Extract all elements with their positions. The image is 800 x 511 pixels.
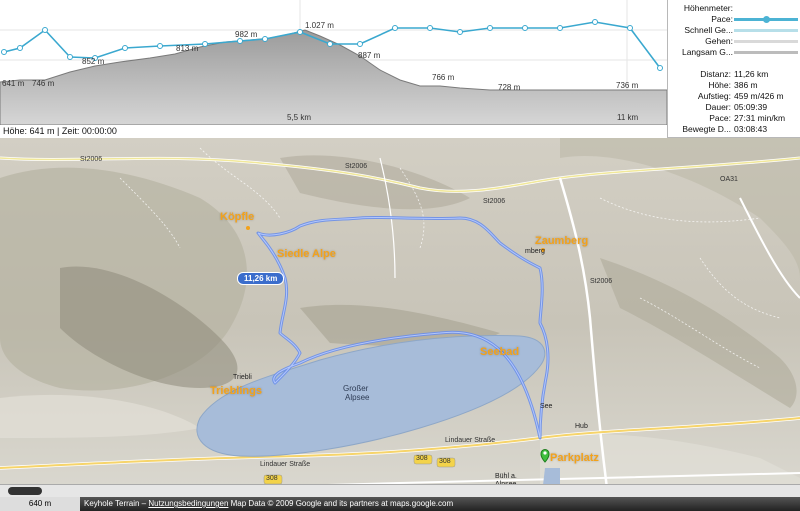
stat-value: 11,26 km [734, 69, 769, 79]
poi-label-seebad[interactable]: Seebad [480, 346, 519, 358]
legend-row-elevation[interactable]: Höhenmeter: [668, 3, 800, 14]
gps-track-viewer: 641 m 746 m 852 m 813 m 982 m 1.027 m 88… [0, 0, 800, 511]
road-label: St2006 [483, 198, 506, 205]
legend-row-slow-walk[interactable]: Langsam G... [668, 47, 800, 58]
elev-label: 736 m [616, 81, 639, 90]
road-label: St2006 [345, 163, 368, 170]
legend-walking-swatch [734, 40, 798, 43]
legend-label: Schnell Ge... [684, 25, 733, 35]
scale-bar: 640 m [0, 497, 80, 511]
elev-label: 641 m [2, 79, 25, 88]
route-distance-badge: 11,26 km [237, 272, 285, 285]
road-label: 308 [439, 458, 451, 465]
poi-label-koepfle[interactable]: Köpfle [220, 211, 254, 223]
elev-label: 982 m [235, 30, 258, 39]
profile-status-text: Höhe: 641 m | Zeit: 00:00:00 [0, 125, 667, 138]
legend-row-walking[interactable]: Gehen: [668, 36, 800, 47]
road-label: St2006 [590, 278, 613, 285]
elev-label: 746 m [32, 79, 55, 88]
stat-distance: Distanz: 11,26 km [668, 69, 800, 80]
lake-label-line1: Großer [343, 384, 369, 393]
map-footer: 640 m Keyhole Terrain – Nutzungsbedingun… [0, 497, 800, 511]
stat-duration: Dauer: 05:09:39 [668, 102, 800, 113]
legend-label: Pace: [711, 14, 733, 24]
terms-of-use-link[interactable]: Nutzungsbedingungen [148, 499, 228, 508]
road-label: 308 [416, 455, 428, 462]
terrain-map[interactable]: St2006 St2006 St2006 St2006 OA31 Lindaue… [0, 138, 800, 511]
legend-row-fast-walk[interactable]: Schnell Ge... [668, 25, 800, 36]
map-svg [0, 138, 800, 511]
elev-label: 766 m [432, 73, 455, 82]
stat-label: Pace: [709, 113, 731, 123]
legend-fast-walk-swatch [734, 29, 798, 32]
lake-label-line2: Alpsee [345, 393, 370, 402]
stat-label: Bewegte D... [682, 124, 731, 134]
map-label: See [540, 403, 553, 410]
elev-label: 813 m [176, 44, 199, 53]
map-credits: Keyhole Terrain – Nutzungsbedingungen Ma… [84, 497, 453, 511]
road-label: Lindauer Straße [260, 461, 311, 468]
stat-label: Höhe: [708, 80, 731, 90]
road-label: OA31 [720, 176, 738, 183]
legend-slow-walk-swatch [734, 51, 798, 54]
distance-label: 11 km [617, 113, 639, 122]
stat-moving-duration: Bewegte D... 03:08:43 [668, 124, 800, 135]
elev-label: 1.027 m [305, 21, 334, 30]
poi-label-parkplatz[interactable]: Parkplatz [550, 452, 599, 464]
stat-pace: Pace: 27:31 min/km [668, 113, 800, 124]
road-label: Lindauer Straße [445, 437, 496, 444]
scrollbar-thumb[interactable] [8, 487, 42, 495]
elev-label: 852 m [82, 57, 105, 66]
poi-label-zaumberg[interactable]: Zaumberg [535, 235, 588, 247]
legend-row-pace[interactable]: Pace: [668, 14, 800, 25]
road-label: St2006 [80, 156, 103, 163]
elevation-profile-chart[interactable]: 641 m 746 m 852 m 813 m 982 m 1.027 m 88… [0, 0, 667, 138]
distance-label: 5,5 km [287, 113, 311, 122]
road-label: 308 [266, 475, 278, 482]
stat-label: Distanz: [700, 69, 731, 79]
stat-label: Aufstieg: [697, 91, 731, 101]
stat-height: Höhe: 386 m [668, 80, 800, 91]
map-label: Bühl a. [495, 473, 517, 480]
profile-svg: 641 m 746 m 852 m 813 m 982 m 1.027 m 88… [0, 0, 667, 125]
poi-label-trieblings[interactable]: Trieblings [210, 385, 262, 397]
elev-label: 887 m [358, 51, 381, 60]
elev-label: 728 m [498, 83, 521, 92]
stat-value: 27:31 min/km [734, 113, 786, 123]
koepfle-point-icon [246, 226, 250, 230]
track-info-panel: Höhenmeter: Pace: Schnell Ge... Gehen: L… [667, 0, 800, 138]
stat-value: 03:08:43 [734, 124, 768, 134]
stat-value: 05:09:39 [734, 102, 768, 112]
legend-label: Gehen: [705, 36, 733, 46]
legend-pace-dot [763, 16, 770, 23]
poi-label-siedle-alpe[interactable]: Siedle Alpe [277, 248, 336, 260]
stat-label: Dauer: [705, 102, 731, 112]
stat-ascent: Aufstieg: 459 m/426 m [668, 91, 800, 102]
stat-value: 459 m/426 m [734, 91, 784, 101]
legend-label: Höhenmeter: [683, 3, 733, 13]
legend-label: Langsam G... [681, 47, 733, 57]
stat-value: 386 m [734, 80, 758, 90]
credits-suffix: Map Data © 2009 Google and its partners … [228, 499, 454, 508]
profile-scrollbar[interactable] [0, 484, 800, 497]
credits-prefix: Keyhole Terrain – [84, 499, 149, 508]
map-label: mberg [525, 248, 545, 255]
map-label: Triebli [233, 374, 252, 381]
map-label: Hub [575, 423, 588, 430]
